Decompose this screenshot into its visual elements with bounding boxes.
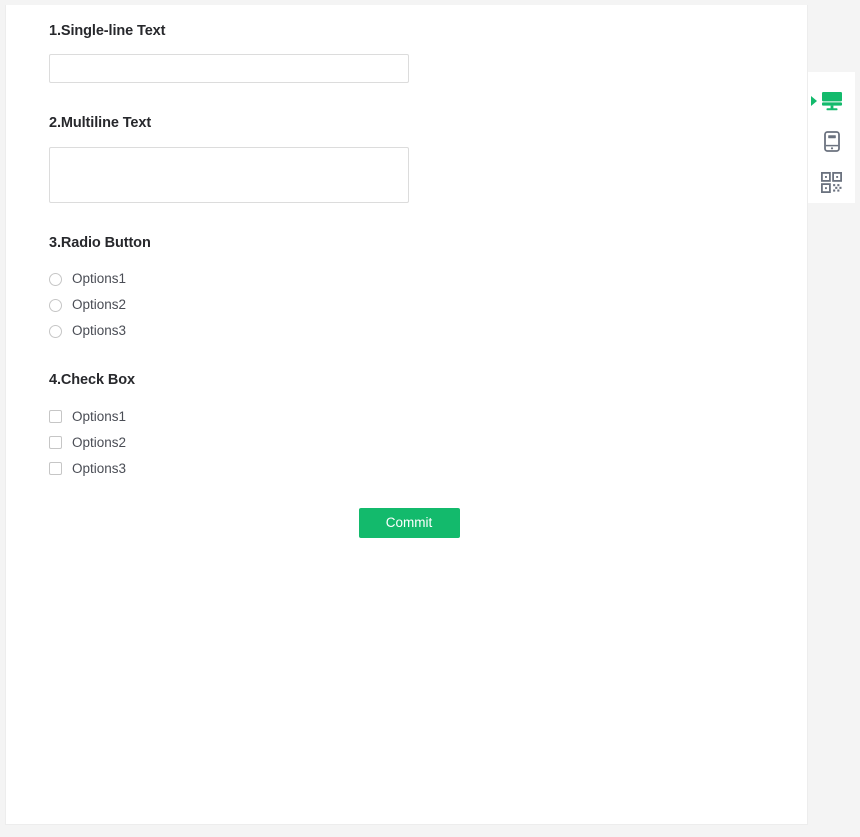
field-radio-button-group: 3.Radio Button Options1 Options2 Options… bbox=[49, 235, 807, 344]
radio-circle-icon[interactable] bbox=[49, 298, 62, 312]
qr-code-icon bbox=[821, 172, 842, 193]
submit-row: Commit bbox=[49, 507, 769, 538]
checkbox-option-label: Options1 bbox=[72, 408, 127, 424]
commit-button[interactable]: Commit bbox=[358, 507, 460, 538]
checkbox-square-icon[interactable] bbox=[49, 436, 62, 450]
checkbox-square-icon[interactable] bbox=[49, 410, 62, 424]
radio-option-label: Options2 bbox=[72, 297, 127, 313]
form-content: 1.Single-line Text 2.Multiline Text 3.Ra… bbox=[6, 5, 807, 538]
desktop-monitor-icon bbox=[821, 91, 843, 111]
device-preview-sidebar bbox=[808, 72, 855, 203]
field-check-box-group: 4.Check Box Options1 Options2 Options3 bbox=[49, 372, 807, 481]
field-label-check-box: 4.Check Box bbox=[49, 372, 135, 389]
field-multiline-text: 2.Multiline Text bbox=[49, 115, 807, 203]
checkbox-option-2[interactable]: Options2 bbox=[49, 430, 807, 456]
radio-option-3[interactable]: Options3 bbox=[49, 318, 807, 344]
checkbox-square-icon[interactable] bbox=[49, 462, 62, 476]
checkbox-option-3[interactable]: Options3 bbox=[49, 456, 807, 482]
field-single-line-text: 1.Single-line Text bbox=[49, 23, 807, 84]
active-caret-icon bbox=[811, 95, 817, 106]
sidebar-item-mobile-preview[interactable] bbox=[808, 121, 855, 162]
checkbox-option-label: Options3 bbox=[72, 460, 127, 476]
radio-option-2[interactable]: Options2 bbox=[49, 292, 807, 318]
single-line-text-input[interactable] bbox=[49, 54, 409, 84]
sidebar-item-qr-code-preview[interactable] bbox=[808, 162, 855, 203]
mobile-device-icon bbox=[823, 131, 840, 152]
radio-circle-icon[interactable] bbox=[49, 324, 62, 338]
form-canvas: 1.Single-line Text 2.Multiline Text 3.Ra… bbox=[5, 5, 808, 825]
radio-circle-icon[interactable] bbox=[49, 272, 62, 286]
field-label-radio-button: 3.Radio Button bbox=[49, 234, 151, 251]
radio-option-1[interactable]: Options1 bbox=[49, 266, 807, 292]
field-label-multiline-text: 2.Multiline Text bbox=[49, 115, 152, 132]
radio-option-label: Options3 bbox=[72, 323, 127, 339]
sidebar-item-desktop-preview[interactable] bbox=[808, 80, 855, 121]
multiline-text-input[interactable] bbox=[49, 146, 409, 203]
field-label-single-line-text: 1.Single-line Text bbox=[49, 23, 166, 39]
checkbox-option-1[interactable]: Options1 bbox=[49, 404, 807, 430]
checkbox-option-label: Options2 bbox=[72, 434, 127, 450]
radio-option-label: Options1 bbox=[72, 271, 127, 287]
